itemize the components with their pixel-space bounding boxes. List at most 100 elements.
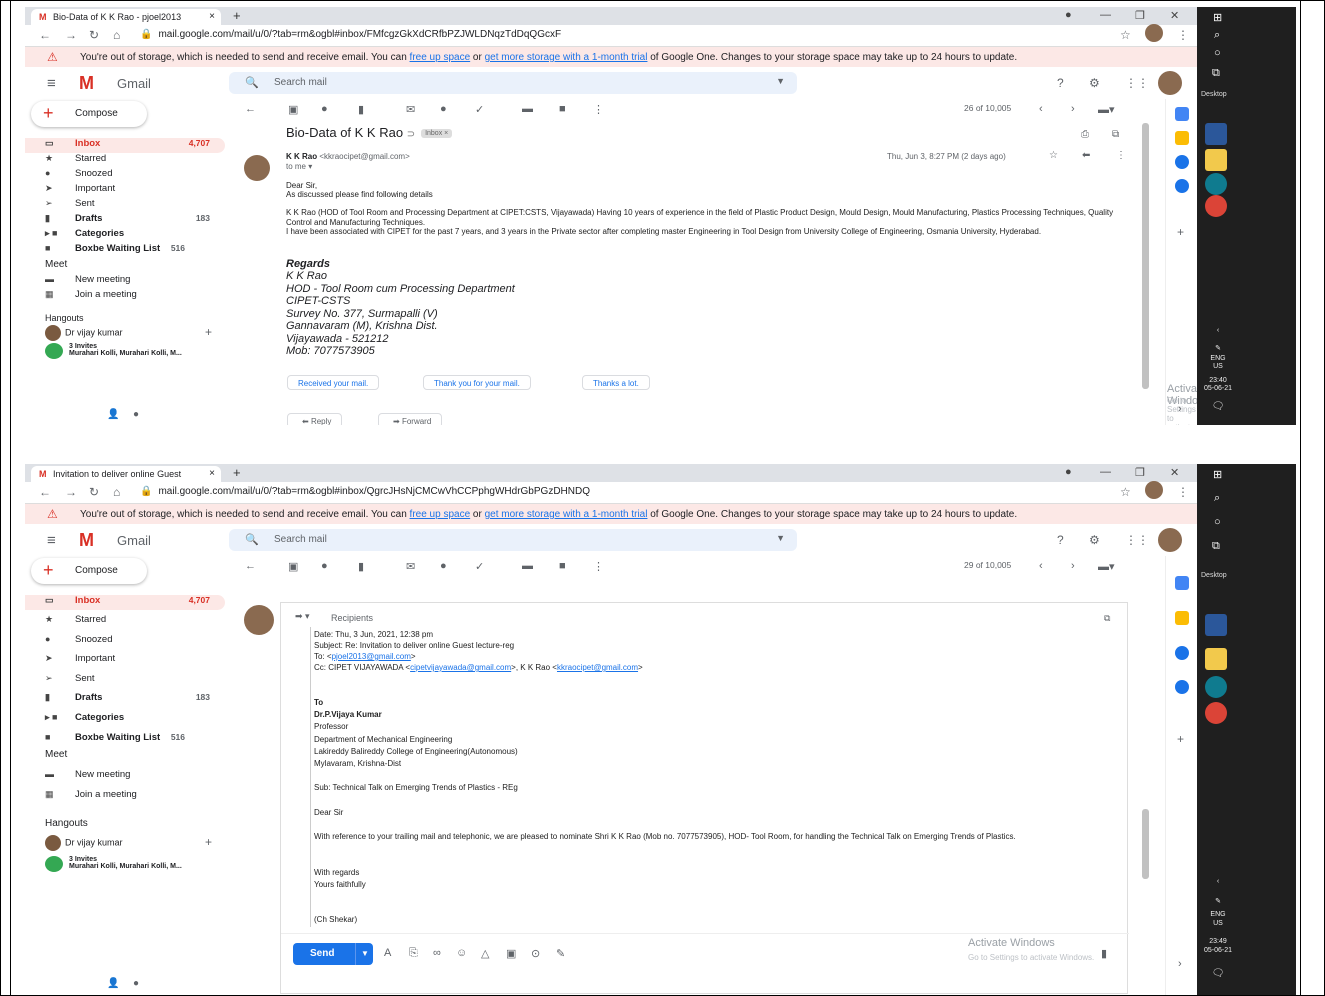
importance-marker-icon[interactable]: ⊃ xyxy=(407,129,415,140)
attach-icon[interactable]: ⎘ xyxy=(409,947,418,960)
sidebar-item-categories[interactable]: ▸ ■ Categories xyxy=(25,228,225,243)
hangout-contact[interactable]: Dr vijay kumar + xyxy=(45,835,212,851)
reply-button[interactable]: ⬅ Reply xyxy=(287,413,343,425)
reload-icon[interactable]: ↻ xyxy=(89,28,99,42)
sidebar-item-snoozed[interactable]: ● Snoozed xyxy=(25,168,225,183)
record-icon[interactable]: ● xyxy=(1065,9,1072,21)
sidebar-item-boxbe[interactable]: ■ Boxbe Waiting List 516 xyxy=(25,243,225,258)
forward-button[interactable]: ➡ Forward xyxy=(378,413,443,425)
link-icon[interactable]: ∞ xyxy=(433,947,441,959)
join-meeting-item[interactable]: ▦ Join a meeting xyxy=(25,789,225,804)
contacts-icon[interactable] xyxy=(1175,680,1189,694)
mark-unread-icon[interactable]: ✉ xyxy=(406,103,415,116)
get-storage-link[interactable]: get more storage with a 1-month trial xyxy=(485,52,648,63)
record-icon[interactable]: ● xyxy=(1065,466,1072,478)
chat-icon[interactable]: ● xyxy=(133,409,139,420)
close-window-icon[interactable]: ✕ xyxy=(1170,466,1179,479)
forward-type-icon[interactable]: ➡ ▾ xyxy=(295,611,310,622)
search-icon[interactable]: ⌕ xyxy=(1214,492,1220,505)
pop-out-icon[interactable]: ⧉ xyxy=(1104,613,1110,624)
browser-tab[interactable]: M Bio-Data of K K Rao - pjoel2013 × xyxy=(31,9,221,25)
newer-icon[interactable]: ‹ xyxy=(1039,560,1043,572)
tray-chevron-icon[interactable]: ‹ xyxy=(1205,878,1231,886)
sidebar-item-starred[interactable]: ★ Starred xyxy=(25,153,225,168)
file-explorer-icon[interactable] xyxy=(1205,149,1227,171)
clock-time[interactable]: 23:49 xyxy=(1205,938,1231,946)
emoji-icon[interactable]: ☺ xyxy=(456,947,467,959)
chat-icon[interactable]: ● xyxy=(133,978,139,989)
keep-icon[interactable] xyxy=(1175,611,1189,625)
expand-panel-icon[interactable]: › xyxy=(1178,958,1182,970)
settings-gear-icon[interactable]: ⚙ xyxy=(1089,76,1100,90)
main-menu-icon[interactable]: ≡ xyxy=(47,75,56,92)
sender-avatar[interactable] xyxy=(244,155,270,181)
cortana-icon[interactable]: ○ xyxy=(1214,516,1221,528)
search-icon[interactable]: ⌕ xyxy=(1214,29,1220,42)
sidebar-item-snoozed[interactable]: ● Snoozed xyxy=(25,634,225,649)
smart-reply-chip[interactable]: Thanks a lot. xyxy=(582,375,650,390)
delete-icon[interactable]: ▮ xyxy=(358,103,364,116)
new-meeting-item[interactable]: ▬ New meeting xyxy=(25,274,225,289)
settings-gear-icon[interactable]: ⚙ xyxy=(1089,533,1100,547)
sidebar-item-starred[interactable]: ★ Starred xyxy=(25,614,225,629)
browser-menu-icon[interactable]: ⋮ xyxy=(1177,485,1189,499)
smart-reply-chip[interactable]: Received your mail. xyxy=(287,375,380,390)
expand-panel-icon[interactable]: › xyxy=(1178,403,1182,415)
reload-icon[interactable]: ↻ xyxy=(89,485,99,499)
pen-icon[interactable]: ✎ xyxy=(1205,345,1231,353)
back-arrow-icon[interactable]: ← xyxy=(39,28,51,42)
url-field[interactable]: 🔒 mail.google.com/mail/u/0/?tab=rm&ogbl#i… xyxy=(140,29,561,40)
tray-chevron-icon[interactable]: ‹ xyxy=(1205,327,1231,335)
browser-tab[interactable]: M Invitation to deliver online Guest × xyxy=(31,466,221,482)
chrome-app-icon[interactable] xyxy=(1205,195,1227,217)
photo-icon[interactable]: ▣ xyxy=(506,947,516,960)
sidebar-item-boxbe[interactable]: ■ Boxbe Waiting List 516 xyxy=(25,732,225,747)
report-spam-icon[interactable]: ● xyxy=(321,560,328,572)
notifications-icon[interactable]: 🗨 xyxy=(1205,402,1231,412)
windows-start-icon[interactable]: ⊞ xyxy=(1213,11,1222,24)
browser-menu-icon[interactable]: ⋮ xyxy=(1177,28,1189,42)
search-options-icon[interactable]: ▼ xyxy=(776,533,785,543)
calendar-icon[interactable] xyxy=(1175,107,1189,121)
sender-avatar[interactable] xyxy=(244,605,274,635)
hangout-invites[interactable]: 3 Invites Murahari Kolli, Murahari Kolli,… xyxy=(45,343,182,359)
scrollbar[interactable] xyxy=(1142,123,1149,389)
bookmark-star-icon[interactable]: ☆ xyxy=(1120,485,1131,499)
tasks-icon[interactable] xyxy=(1175,646,1189,660)
snooze-icon[interactable]: ● xyxy=(440,103,447,115)
older-icon[interactable]: › xyxy=(1071,103,1075,115)
tasks-icon[interactable] xyxy=(1175,155,1189,169)
free-up-space-link[interactable]: free up space xyxy=(410,52,471,63)
add-task-icon[interactable]: ✓ xyxy=(475,560,484,573)
help-icon[interactable]: ? xyxy=(1057,76,1064,90)
scrollbar[interactable] xyxy=(1142,809,1149,879)
clock-time[interactable]: 23:40 xyxy=(1205,377,1231,385)
home-icon[interactable]: ⌂ xyxy=(113,28,120,42)
inbox-label[interactable]: Inbox × xyxy=(421,129,453,139)
hangout-contact[interactable]: Dr vijay kumar + xyxy=(45,325,212,341)
edge-app-icon[interactable] xyxy=(1205,676,1227,698)
drive-icon[interactable]: △ xyxy=(481,947,489,960)
lang-us[interactable]: US xyxy=(1205,920,1231,928)
smart-reply-chip[interactable]: Thank you for your mail. xyxy=(423,375,531,390)
hangout-invites[interactable]: 3 Invites Murahari Kolli, Murahari Kolli,… xyxy=(45,856,182,872)
close-window-icon[interactable]: ✕ xyxy=(1170,9,1179,22)
new-window-icon[interactable]: ⧉ xyxy=(1112,129,1119,140)
sidebar-item-sent[interactable]: ➢ Sent xyxy=(25,673,225,688)
person-icon[interactable]: 👤 xyxy=(107,978,119,989)
help-icon[interactable]: ? xyxy=(1057,533,1064,547)
labels-icon[interactable]: ■ xyxy=(559,560,566,572)
url-field[interactable]: 🔒 mail.google.com/mail/u/0/?tab=rm&ogbl#i… xyxy=(140,486,590,497)
windows-start-icon[interactable]: ⊞ xyxy=(1213,468,1222,481)
gmail-logo-icon[interactable]: M xyxy=(79,530,94,551)
report-spam-icon[interactable]: ● xyxy=(321,103,328,115)
schedule-send-icon[interactable]: ▼ xyxy=(355,943,373,965)
main-menu-icon[interactable]: ≡ xyxy=(47,532,56,549)
print-icon[interactable]: ⎙ xyxy=(1081,129,1089,140)
task-view-icon[interactable]: ⧉ xyxy=(1212,540,1220,553)
search-icon[interactable]: 🔍 xyxy=(245,533,259,546)
sidebar-item-sent[interactable]: ➢ Sent xyxy=(25,198,225,213)
formatting-icon[interactable]: A xyxy=(384,947,391,959)
move-to-icon[interactable]: ▬ xyxy=(522,560,533,572)
back-icon[interactable]: ← xyxy=(245,560,256,572)
